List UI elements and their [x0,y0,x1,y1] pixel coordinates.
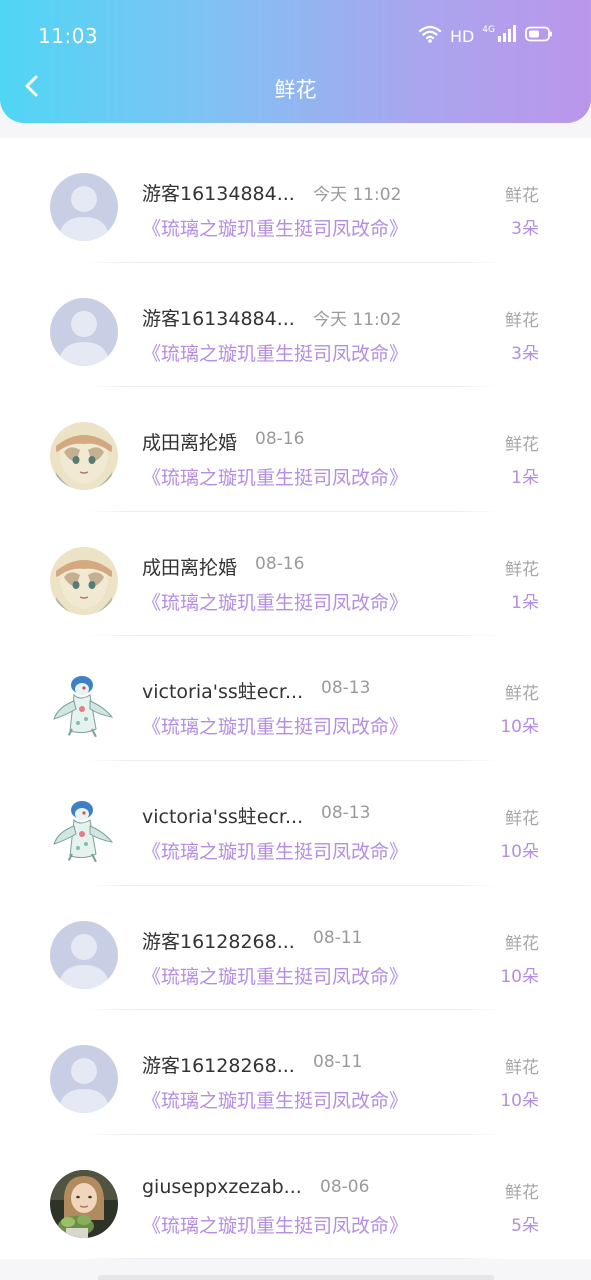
gift-time: 08-16 [255,429,305,450]
list-item[interactable]: 游客16128268... 08-11 《琉璃之璇玑重生挺司凤改命》 鲜花 10朵 [0,1010,591,1135]
photo-avatar[interactable] [50,1169,118,1238]
page-title: 鲜花 [274,78,317,102]
battery-icon [525,26,553,46]
gift-type-label: 鲜花 [505,186,539,206]
gift-time: 08-13 [321,802,371,823]
gift-time: 08-06 [320,1176,370,1197]
default-avatar[interactable] [50,173,118,241]
gift-time: 08-11 [313,927,363,948]
user-name: 游客16134884... [142,183,295,205]
pokemon-avatar[interactable] [50,795,118,864]
list-item[interactable]: 游客16128268... 08-11 《琉璃之璇玑重生挺司凤改命》 鲜花 10朵 [0,886,591,1011]
user-name: 游客16128268... [142,1055,295,1078]
home-indicator[interactable] [98,1275,494,1280]
status-icons: HD 4G [418,24,553,48]
gift-type-label: 鲜花 [505,1182,539,1203]
book-title-link[interactable]: 《琉璃之璇玑重生挺司凤改命》 [142,214,408,241]
user-name: 游客16128268... [142,930,295,953]
list-item[interactable]: 游客16134884... 今天 11:02 《琉璃之璇玑重生挺司凤改命》 鲜花 3朵 [0,138,591,263]
list-item[interactable]: victoria'ss蛀ecr... 08-13 《琉璃之璇玑重生挺司凤改命》 鲜花 1… [0,761,591,886]
book-title-link[interactable]: 《琉璃之璇玑重生挺司凤改命》 [142,712,408,739]
status-time: 11:03 [38,24,99,48]
gift-type-label: 鲜花 [505,559,539,580]
user-name: victoria'ss蛀ecr... [142,681,304,704]
book-title-link[interactable]: 《琉璃之璇玑重生挺司凤改命》 [142,962,408,989]
book-title-link[interactable]: 《琉璃之璇玑重生挺司凤改命》 [142,1086,408,1113]
user-name: 成田离抡婚 [142,556,238,579]
anime-girl-avatar[interactable] [50,546,118,615]
gift-count: 10朵 [500,841,539,862]
flower-gift-list: 游客16134884... 今天 11:02 《琉璃之璇玑重生挺司凤改命》 鲜花 3朵 … [0,138,591,1260]
book-title-link[interactable]: 《琉璃之璇玑重生挺司凤改命》 [142,339,408,366]
gift-count: 10朵 [500,966,539,987]
gift-time: 08-16 [255,553,305,574]
list-item[interactable]: 成田离抡婚 08-16 《琉璃之璇玑重生挺司凤改命》 鲜花 1朵 [0,512,591,637]
pokemon-avatar[interactable] [50,671,118,740]
default-avatar[interactable] [50,1045,118,1114]
gift-count: 5朵 [511,1215,539,1236]
signal-icon [497,25,517,47]
book-title-link[interactable]: 《琉璃之璇玑重生挺司凤改命》 [142,837,408,864]
user-name: victoria'ss蛀ecr... [142,805,304,828]
gift-type-label: 鲜花 [505,310,539,331]
list-item[interactable]: 游客16134884... 今天 11:02 《琉璃之璇玑重生挺司凤改命》 鲜花 3朵 [0,263,591,388]
network-type-label: 4G [482,25,495,35]
gift-type-label: 鲜花 [505,684,539,705]
gift-count: 3朵 [511,343,539,364]
list-item[interactable]: giuseppxzezab... 08-06 《琉璃之璇玑重生挺司凤改命》 鲜花 5朵 [0,1135,591,1260]
user-name: giuseppxzezab... [142,1175,302,1198]
gift-type-label: 鲜花 [505,933,539,954]
list-item[interactable]: victoria'ss蛀ecr... 08-13 《琉璃之璇玑重生挺司凤改命》 鲜花 1… [0,636,591,761]
row-divider [84,1258,503,1260]
anime-girl-avatar[interactable] [50,422,118,491]
default-avatar[interactable] [50,297,118,366]
gift-type-label: 鲜花 [505,435,539,456]
gift-type-label: 鲜花 [505,1058,539,1079]
book-title-link[interactable]: 《琉璃之璇玑重生挺司凤改命》 [142,1211,408,1238]
user-name: 成田离抡婚 [142,432,238,455]
gift-time: 今天 11:02 [313,185,402,205]
gift-time: 08-13 [321,678,371,699]
default-avatar[interactable] [50,920,118,989]
list-item[interactable]: 成田离抡婚 08-16 《琉璃之璇玑重生挺司凤改命》 鲜花 1朵 [0,387,591,512]
gift-count: 3朵 [511,219,539,239]
user-name: 游客16134884... [142,307,295,330]
gift-count: 10朵 [500,717,539,738]
book-title-link[interactable]: 《琉璃之璇玑重生挺司凤改命》 [142,463,408,490]
app-header: 11:03 HD 4G 鲜花 [0,0,591,123]
gift-type-label: 鲜花 [505,808,539,829]
gift-time: 08-11 [313,1052,363,1073]
book-title-link[interactable]: 《琉璃之璇玑重生挺司凤改命》 [142,588,408,615]
gift-count: 1朵 [511,592,539,613]
gift-count: 1朵 [511,468,539,489]
gift-count: 10朵 [500,1091,539,1112]
wifi-icon [418,24,442,48]
gift-time: 今天 11:02 [313,309,402,330]
hd-label: HD [449,26,475,46]
